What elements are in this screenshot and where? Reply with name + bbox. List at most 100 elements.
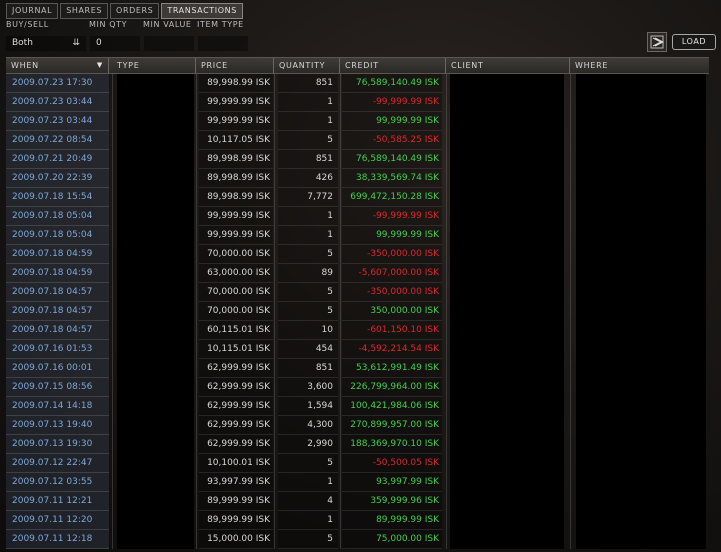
cell-price: 15,000.00 ISK xyxy=(199,530,273,549)
cell-price: 60,115.01 ISK xyxy=(199,321,273,340)
cell-client xyxy=(450,93,564,112)
double-chevron-down-icon: ⇊ xyxy=(72,38,80,48)
table-row[interactable]: 2009.07.16 01:53 10,115.01 ISK 454 -4,592,2… xyxy=(6,340,709,359)
cell-when: 2009.07.23 17:30 xyxy=(6,74,109,93)
table-row[interactable]: 2009.07.13 19:30 62,999.99 ISK 2,990 188,36… xyxy=(6,435,709,454)
table-row[interactable]: 2009.07.12 03:55 93,997.99 ISK 1 93,997.99 … xyxy=(6,473,709,492)
cell-price: 62,999.99 ISK xyxy=(199,416,273,435)
cell-client xyxy=(450,530,564,549)
cell-when: 2009.07.18 05:04 xyxy=(6,207,109,226)
minvalue-input[interactable] xyxy=(144,36,194,51)
table-row[interactable]: 2009.07.18 04:57 70,000.00 ISK 5 350,000.00… xyxy=(6,302,709,321)
cell-when: 2009.07.21 20:49 xyxy=(6,150,109,169)
cell-type xyxy=(117,416,194,435)
table-row[interactable]: 2009.07.12 22:47 10,100.01 ISK 5 -50,500.05… xyxy=(6,454,709,473)
column-quantity[interactable]: QUANTITY xyxy=(274,58,340,73)
cell-type xyxy=(117,207,194,226)
cell-type xyxy=(117,530,194,549)
cell-price: 99,999.99 ISK xyxy=(199,226,273,245)
export-icon xyxy=(650,35,664,49)
table-row[interactable]: 2009.07.11 12:18 15,000.00 ISK 5 75,000.00 … xyxy=(6,530,709,549)
cell-price: 70,000.00 ISK xyxy=(199,283,273,302)
cell-type xyxy=(117,397,194,416)
cell-client xyxy=(450,378,564,397)
cell-quantity: 89 xyxy=(278,264,338,283)
column-type[interactable]: TYPE xyxy=(112,58,196,73)
tab-journal[interactable]: JOURNAL xyxy=(6,3,59,19)
cell-when: 2009.07.18 04:59 xyxy=(6,245,109,264)
cell-type xyxy=(117,74,194,93)
cell-where xyxy=(576,454,706,473)
column-price[interactable]: PRICE xyxy=(196,58,274,73)
buysell-value: Both xyxy=(12,38,33,48)
cell-price: 93,997.99 ISK xyxy=(199,473,273,492)
cell-when: 2009.07.16 01:53 xyxy=(6,340,109,359)
cell-when: 2009.07.18 04:57 xyxy=(6,283,109,302)
column-where[interactable]: WHERE xyxy=(570,58,709,73)
cell-type xyxy=(117,454,194,473)
table-row[interactable]: 2009.07.18 04:59 70,000.00 ISK 5 -350,000.0… xyxy=(6,245,709,264)
cell-price: 10,100.01 ISK xyxy=(199,454,273,473)
table-row[interactable]: 2009.07.11 12:20 89,999.99 ISK 1 89,999.99 … xyxy=(6,511,709,530)
tab-shares[interactable]: SHARES xyxy=(60,3,109,19)
cell-credit: 699,472,150.28 ISK xyxy=(342,188,442,207)
column-when[interactable]: WHEN ▼ xyxy=(6,58,109,73)
table-row[interactable]: 2009.07.18 15:54 89,998.99 ISK 7,772 699,47… xyxy=(6,188,709,207)
table-row[interactable]: 2009.07.16 00:01 62,999.99 ISK 851 53,612,9… xyxy=(6,359,709,378)
table-row[interactable]: 2009.07.23 03:44 99,999.99 ISK 1 -99,999.99… xyxy=(6,93,709,112)
table-row[interactable]: 2009.07.22 08:54 10,117.05 ISK 5 -50,585.25… xyxy=(6,131,709,150)
cell-credit: 99,999.99 ISK xyxy=(342,112,442,131)
column-client[interactable]: CLIENT xyxy=(446,58,570,73)
table-row[interactable]: 2009.07.14 14:18 62,999.99 ISK 1,594 100,42… xyxy=(6,397,709,416)
table-row[interactable]: 2009.07.18 05:04 99,999.99 ISK 1 99,999.99 … xyxy=(6,226,709,245)
cell-price: 99,999.99 ISK xyxy=(199,112,273,131)
cell-price: 70,000.00 ISK xyxy=(199,245,273,264)
table-row[interactable]: 2009.07.20 22:39 89,998.99 ISK 426 38,339,5… xyxy=(6,169,709,188)
cell-when: 2009.07.11 12:21 xyxy=(6,492,109,511)
cell-where xyxy=(576,264,706,283)
buysell-select[interactable]: Both ⇊ xyxy=(6,36,86,51)
cell-type xyxy=(117,93,194,112)
cell-price: 89,999.99 ISK xyxy=(199,511,273,530)
cell-when: 2009.07.13 19:30 xyxy=(6,435,109,454)
cell-price: 89,998.99 ISK xyxy=(199,74,273,93)
cell-client xyxy=(450,264,564,283)
cell-price: 89,999.99 ISK xyxy=(199,492,273,511)
table-row[interactable]: 2009.07.11 12:21 89,999.99 ISK 4 359,999.96… xyxy=(6,492,709,511)
minvalue-label: MIN VALUE xyxy=(143,20,192,29)
itemtype-input[interactable] xyxy=(198,36,248,51)
table-row[interactable]: 2009.07.18 05:04 99,999.99 ISK 1 -99,999.99… xyxy=(6,207,709,226)
cell-where xyxy=(576,74,706,93)
cell-credit: 99,999.99 ISK xyxy=(342,226,442,245)
tab-transactions[interactable]: TRANSACTIONS xyxy=(161,3,243,19)
table-row[interactable]: 2009.07.18 04:57 70,000.00 ISK 5 -350,000.0… xyxy=(6,283,709,302)
table-row[interactable]: 2009.07.23 03:44 99,999.99 ISK 1 99,999.99 … xyxy=(6,112,709,131)
cell-client xyxy=(450,169,564,188)
cell-type xyxy=(117,112,194,131)
cell-type xyxy=(117,264,194,283)
table-row[interactable]: 2009.07.18 04:59 63,000.00 ISK 89 -5,607,00… xyxy=(6,264,709,283)
cell-credit: -99,999.99 ISK xyxy=(342,207,442,226)
cell-credit: 76,589,140.49 ISK xyxy=(342,74,442,93)
column-credit[interactable]: CREDIT xyxy=(340,58,446,73)
table-row[interactable]: 2009.07.18 04:57 60,115.01 ISK 10 -601,150.… xyxy=(6,321,709,340)
cell-quantity: 851 xyxy=(278,74,338,93)
table-row[interactable]: 2009.07.13 19:40 62,999.99 ISK 4,300 270,89… xyxy=(6,416,709,435)
export-button[interactable] xyxy=(647,32,667,52)
table-row[interactable]: 2009.07.15 08:56 62,999.99 ISK 3,600 226,79… xyxy=(6,378,709,397)
cell-quantity: 5 xyxy=(278,530,338,549)
load-button[interactable]: LOAD xyxy=(672,34,716,50)
cell-where xyxy=(576,283,706,302)
table-row[interactable]: 2009.07.23 17:30 89,998.99 ISK 851 76,589,1… xyxy=(6,74,709,93)
minqty-input[interactable]: 0 xyxy=(90,36,140,51)
cell-credit: 100,421,984.06 ISK xyxy=(342,397,442,416)
cell-type xyxy=(117,131,194,150)
cell-client xyxy=(450,473,564,492)
table-row[interactable]: 2009.07.21 20:49 89,998.99 ISK 851 76,589,1… xyxy=(6,150,709,169)
cell-quantity: 851 xyxy=(278,359,338,378)
cell-type xyxy=(117,245,194,264)
cell-type xyxy=(117,188,194,207)
cell-price: 89,998.99 ISK xyxy=(199,188,273,207)
cell-credit: 76,589,140.49 ISK xyxy=(342,150,442,169)
tab-orders[interactable]: ORDERS xyxy=(110,3,160,19)
